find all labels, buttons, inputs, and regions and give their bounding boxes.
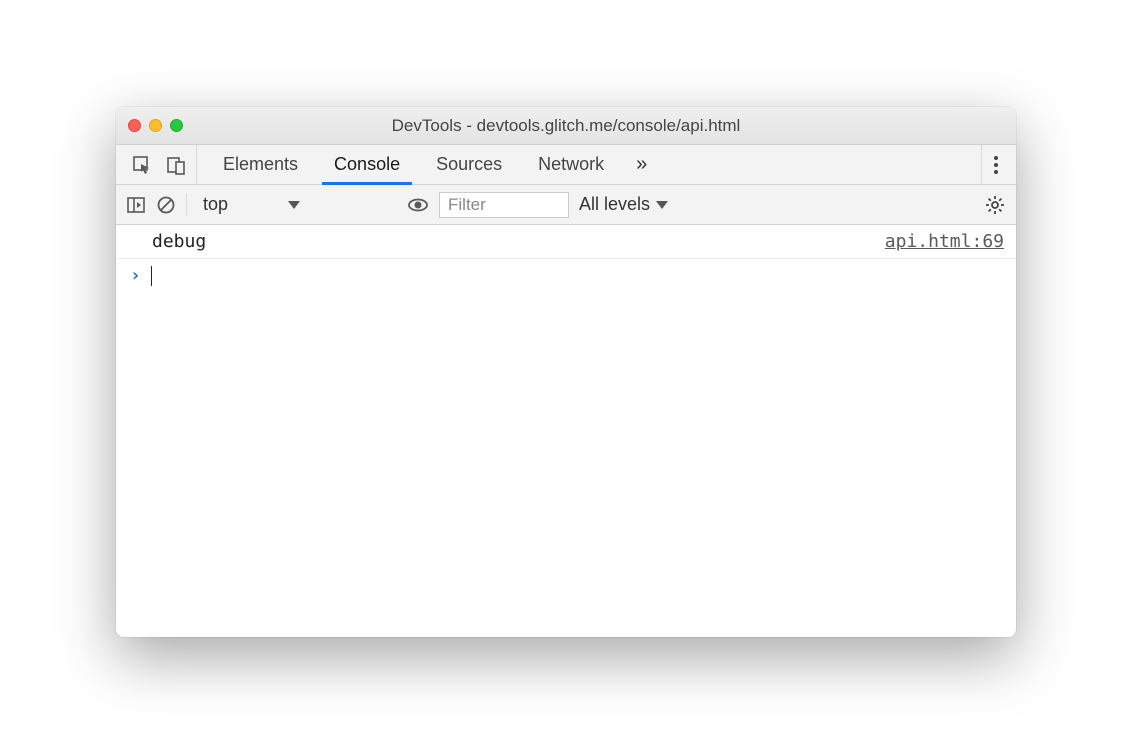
clear-console-icon[interactable] — [156, 195, 176, 215]
minimize-window-button[interactable] — [149, 119, 162, 132]
tab-label: Elements — [223, 154, 298, 175]
live-expression-icon[interactable] — [407, 194, 429, 216]
context-selector[interactable]: top — [197, 192, 397, 217]
tab-console[interactable]: Console — [316, 145, 418, 184]
tab-sources[interactable]: Sources — [418, 145, 520, 184]
prompt-cursor — [151, 266, 153, 286]
console-toolbar: top All levels — [116, 185, 1016, 225]
panel-tabbar: Elements Console Sources Network » — [116, 145, 1016, 185]
zoom-window-button[interactable] — [170, 119, 183, 132]
settings-menu-button[interactable] — [994, 156, 998, 174]
device-toggle-icon[interactable] — [166, 155, 186, 175]
filter-input[interactable] — [439, 192, 569, 218]
chevron-down-icon — [656, 201, 668, 209]
log-message: debug — [152, 231, 206, 252]
tab-label: Network — [538, 154, 604, 175]
context-label: top — [203, 194, 228, 215]
prompt-chevron-icon: › — [130, 265, 141, 286]
tab-elements[interactable]: Elements — [205, 145, 316, 184]
tabbar-right-tools — [981, 145, 1010, 184]
levels-label: All levels — [579, 194, 650, 215]
window-title: DevTools - devtools.glitch.me/console/ap… — [116, 116, 1016, 136]
toggle-sidebar-icon[interactable] — [126, 195, 146, 215]
log-levels-selector[interactable]: All levels — [579, 194, 668, 215]
tabbar-left-tools — [122, 145, 197, 184]
log-source-link[interactable]: api.html:69 — [885, 231, 1004, 252]
more-tabs-icon: » — [636, 153, 647, 176]
tab-network[interactable]: Network — [520, 145, 622, 184]
tab-label: Sources — [436, 154, 502, 175]
devtools-window: DevTools - devtools.glitch.me/console/ap… — [116, 107, 1016, 637]
titlebar: DevTools - devtools.glitch.me/console/ap… — [116, 107, 1016, 145]
more-tabs-button[interactable]: » — [622, 145, 661, 184]
close-window-button[interactable] — [128, 119, 141, 132]
inspect-element-icon[interactable] — [132, 155, 152, 175]
separator — [186, 194, 187, 216]
log-entry: debug api.html:69 — [116, 225, 1016, 259]
window-controls — [128, 119, 183, 132]
tab-label: Console — [334, 154, 400, 175]
panel-tabs: Elements Console Sources Network — [205, 145, 622, 184]
console-settings-icon[interactable] — [984, 194, 1006, 216]
console-log-area[interactable]: debug api.html:69 › — [116, 225, 1016, 637]
console-prompt[interactable]: › — [116, 259, 1016, 292]
chevron-down-icon — [288, 201, 300, 209]
